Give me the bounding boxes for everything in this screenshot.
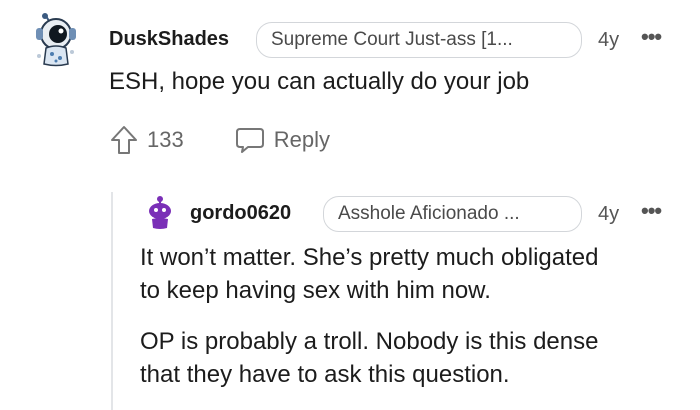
- reply-body-line-1: It won’t matter. She’s pretty much oblig…: [140, 244, 599, 271]
- thread-line[interactable]: [111, 192, 113, 410]
- reply-label: Reply: [273, 127, 330, 152]
- upvote-button[interactable]: 133: [109, 124, 184, 156]
- user-flair: Supreme Court Just-ass [1...: [256, 22, 582, 58]
- comment-actions: 133 Reply: [109, 124, 330, 156]
- reply-more-options-icon[interactable]: •••: [641, 198, 662, 224]
- reply-author[interactable]: gordo0620: [190, 202, 291, 225]
- comment-body: ESH, hope you can actually do your job: [109, 68, 530, 95]
- user-avatar-gordo0620[interactable]: [144, 195, 176, 231]
- comment-age: 4y: [598, 29, 620, 51]
- upvote-count: 133: [147, 127, 184, 152]
- user-avatar-duskshades[interactable]: [30, 12, 86, 68]
- reply-body-line-3: OP is probably a troll. Nobody is this d…: [140, 328, 599, 355]
- comment-thread: DuskShades Supreme Court Just-ass [1... …: [0, 0, 700, 410]
- comment-author[interactable]: DuskShades: [109, 28, 229, 51]
- reply-body-line-2: to keep having sex with him now.: [140, 277, 491, 304]
- reply-age: 4y: [598, 203, 620, 225]
- snoo-avatar-icon: [36, 13, 76, 67]
- reply-button[interactable]: Reply: [234, 125, 330, 155]
- chat-bubble-icon: [235, 128, 264, 153]
- upvote-arrow-icon: [111, 126, 137, 154]
- reply-user-flair: Asshole Aficionado ...: [323, 196, 582, 232]
- reply-body-line-4: that they have to ask this question.: [140, 361, 510, 388]
- more-options-icon[interactable]: •••: [641, 24, 662, 50]
- snoo-purple-icon: [149, 196, 171, 229]
